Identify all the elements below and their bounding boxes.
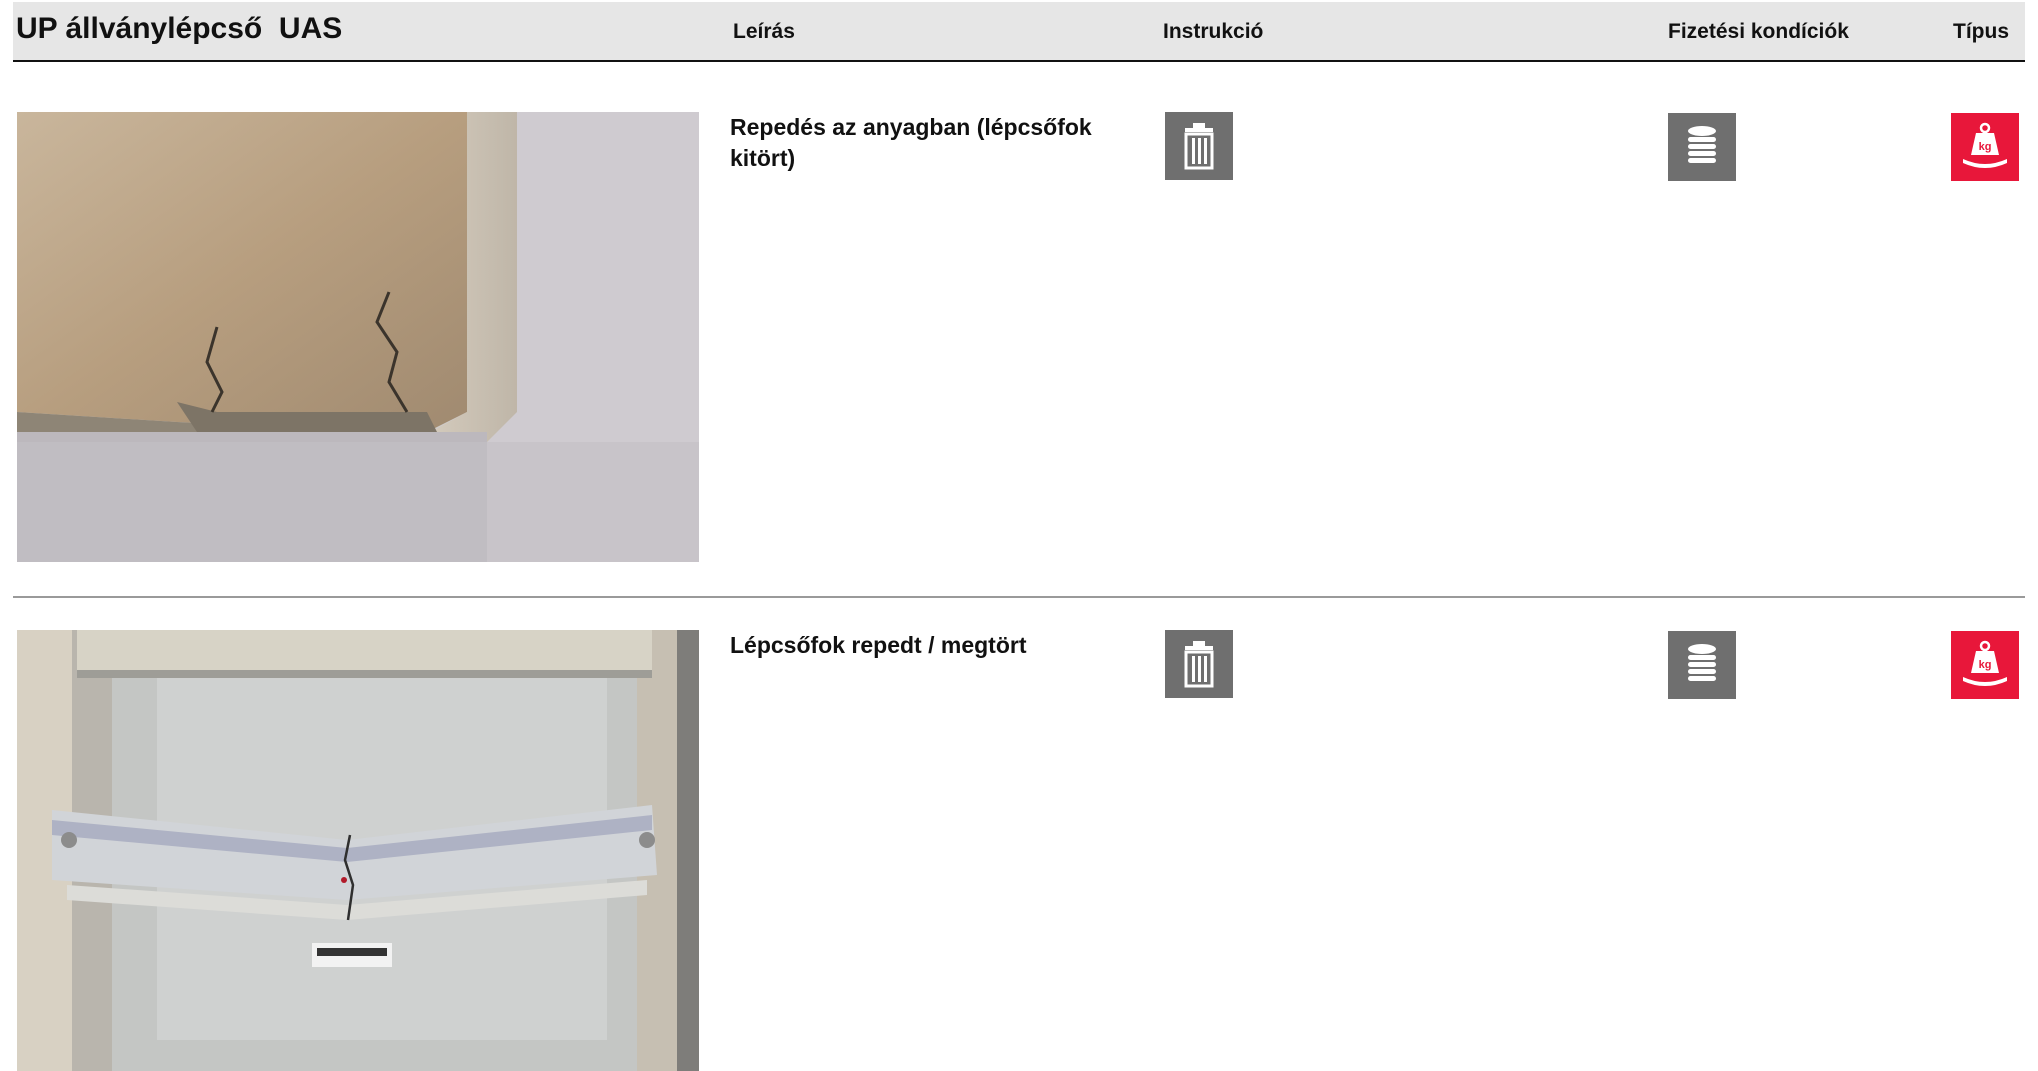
- trash-icon: [1165, 112, 1233, 180]
- row-divider: [13, 596, 2025, 598]
- weight-kg-icon: kg: [1951, 631, 2019, 699]
- table-header: UP állványlépcső UAS Leírás Instrukció F…: [13, 2, 2025, 62]
- kg-label: kg: [1979, 659, 1992, 671]
- page-title: UP állványlépcső UAS: [16, 12, 343, 45]
- trash-icon: [1165, 630, 1233, 698]
- column-header-payment: Fizetési kondíciók: [1668, 20, 1849, 43]
- coin-stack-icon: [1668, 631, 1736, 699]
- column-header-description: Leírás: [733, 20, 795, 43]
- weight-kg-icon: kg: [1951, 113, 2019, 181]
- broken-step-photo: [17, 630, 699, 1071]
- document-page: UP állványlépcső UAS Leírás Instrukció F…: [0, 0, 2038, 1071]
- column-header-type: Típus: [1953, 20, 2009, 43]
- cracked-step-corner-photo: [17, 112, 699, 562]
- coin-stack-icon: [1668, 113, 1736, 181]
- column-header-instruction: Instrukció: [1163, 20, 1264, 43]
- row-description: Lépcsőfok repedt / megtört: [730, 632, 1027, 658]
- kg-label: kg: [1979, 141, 1992, 153]
- row-description: Repedés az anyagban (lépcsőfok kitört): [730, 114, 1092, 171]
